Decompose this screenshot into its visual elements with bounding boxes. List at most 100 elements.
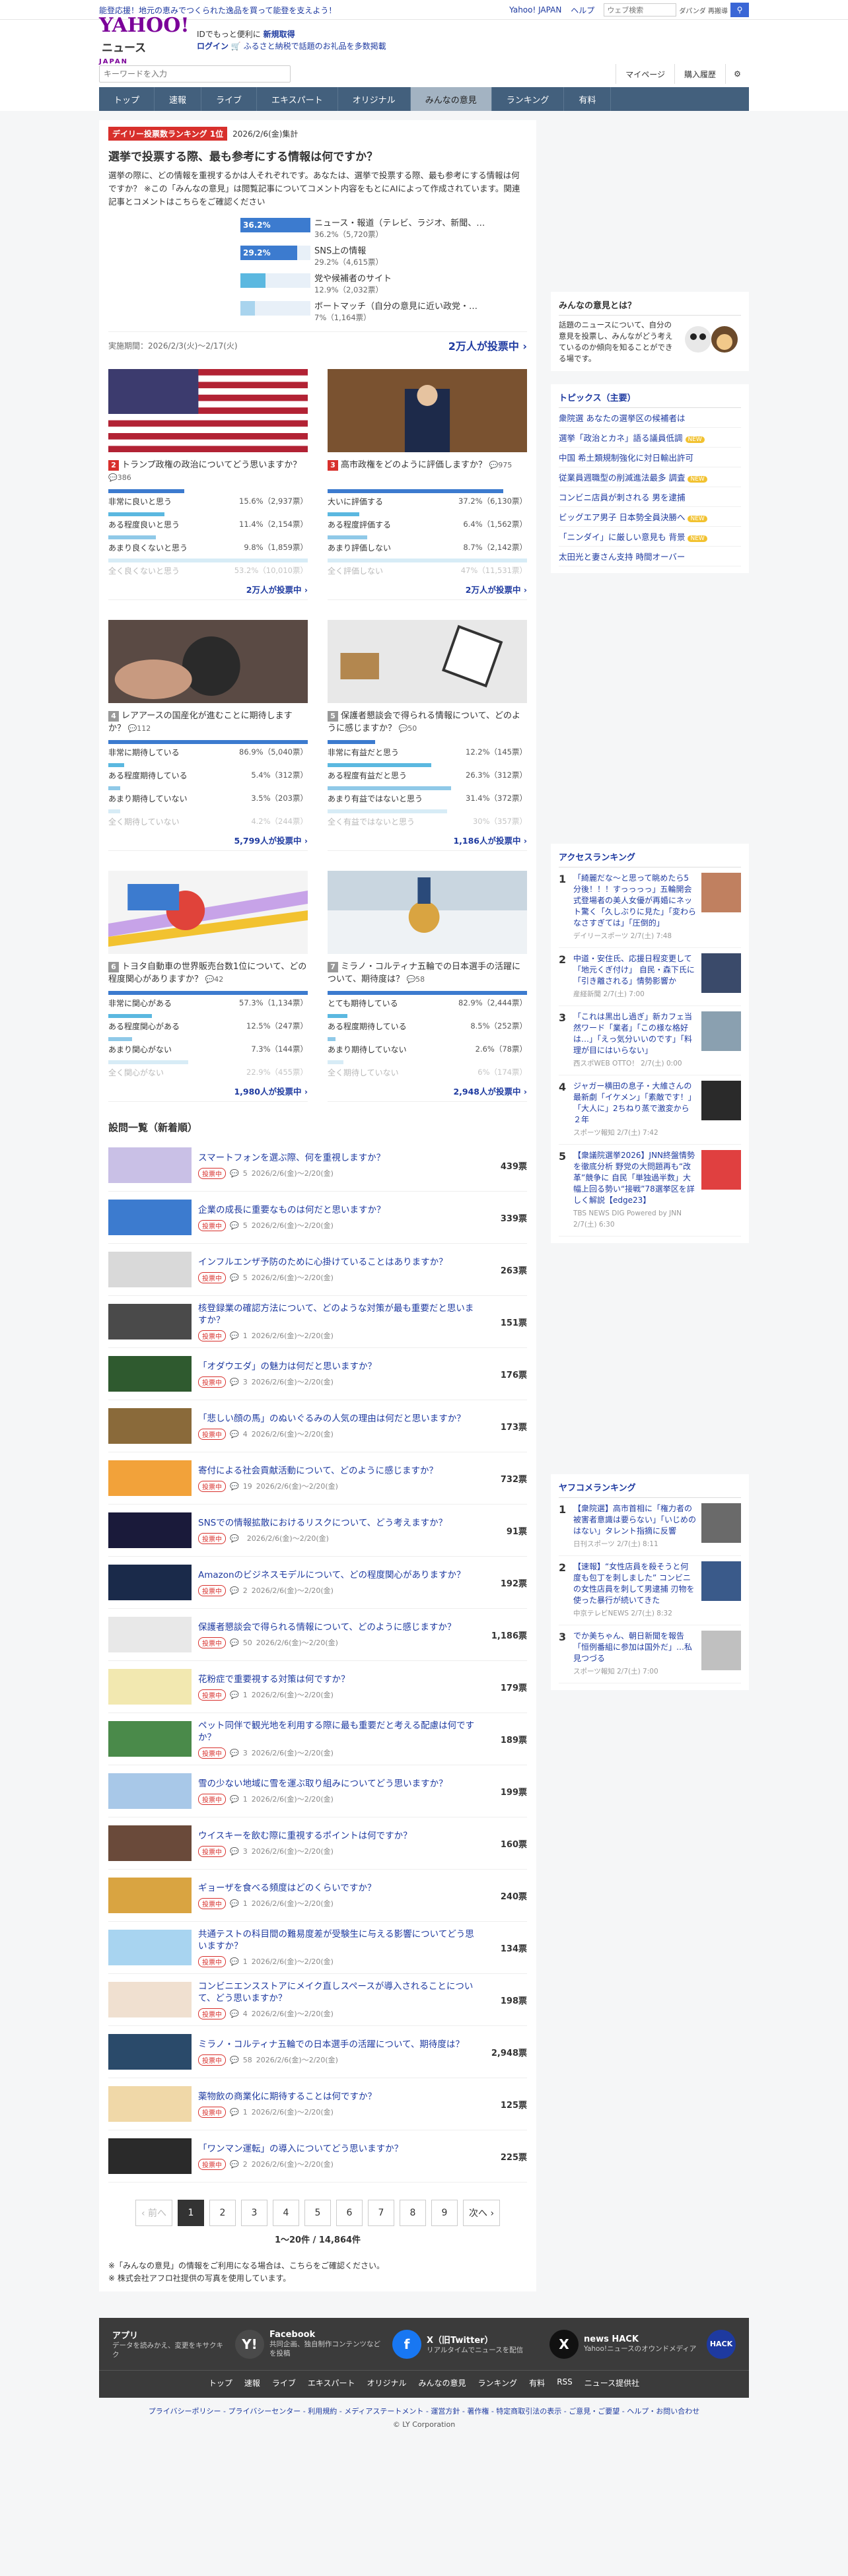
footer-app[interactable]: news HACK Yahoo!ニュースのオウンドメディア HACK — [584, 2328, 736, 2359]
nav-item[interactable]: トップ — [99, 87, 155, 111]
ranking-title[interactable]: 中道・安住氏、応援日程変更して「地元くぎ付け」 自民・森下氏に「引き離される」情… — [573, 953, 696, 987]
poll-option[interactable]: 大いに評価する 37.2%（6,130票） — [328, 489, 527, 507]
poll-option[interactable]: あまり関心がない 7.3%（144票） — [108, 1037, 308, 1055]
page-button[interactable]: 1 — [178, 2200, 204, 2226]
list-item[interactable]: ウイスキーを飲む際に重視するポイントは何ですか？ 投票中 💬 3 2026/2/6(金)… — [108, 1817, 527, 1870]
poll-card[interactable]: 3 高市政権をどのように評価しますか？ 💬975 大いに評価する 37.2%（6,13… — [328, 369, 527, 600]
ranking-title[interactable]: でか美ちゃん、朝日新聞を報告「恒例番組に参加は国外だ」…私見つづる — [573, 1631, 696, 1664]
poll-option[interactable]: ある程度評価する 6.4%（1,562票） — [328, 512, 527, 530]
page-button[interactable]: 8 — [400, 2200, 426, 2226]
signup-link[interactable]: 新規取得 — [264, 30, 295, 39]
ranking-item[interactable]: 2 【速報】“女性店員を殺そうと何度も包丁を刺しました” コンビニの女性店員を刺し… — [559, 1556, 741, 1625]
list-item-title[interactable]: 核登録業の確認方法について、どのような対策が最も重要だと思いますか？ — [198, 1303, 481, 1326]
nav-item[interactable]: みんなの意見 — [410, 87, 492, 111]
poll-option[interactable]: ある程度期待している 8.5%（252票） — [328, 1014, 527, 1032]
poll-option[interactable]: あまり有益ではないと思う 31.4%（372票） — [328, 786, 527, 804]
list-item[interactable]: 「悲しい顔の馬」のぬいぐるみの人気の理由は何だと思いますか？ 投票中 💬 4 2026/… — [108, 1400, 527, 1452]
poll-option[interactable]: あまり良くないと思う 9.8%（1,859票） — [108, 535, 308, 553]
furusato-link[interactable]: ふるさと納税で話題のお礼品を多数掲載 — [244, 42, 386, 51]
featured-title[interactable]: 選挙で投票する際、最も参考にする情報は何ですか？ — [108, 147, 527, 164]
list-item[interactable]: 保護者懇談会で得られる情報について、どのように感じますか？ 投票中 💬 50 2026/… — [108, 1609, 527, 1661]
nav-item[interactable]: 速報 — [155, 87, 202, 111]
list-item-title[interactable]: 薬物飲の商業化に期待することは何ですか？ — [198, 2091, 481, 2103]
poll-card-cta[interactable]: 1,186人が投票中 › — [328, 834, 527, 851]
list-item-title[interactable]: インフルエンザ予防のために心掛けていることはありますか？ — [198, 1256, 481, 1268]
search-keyword[interactable]: ダパンダ 再搬導 — [679, 5, 728, 15]
list-item-title[interactable]: ペット同伴で観光地を利用する際に最も重要だと考える配慮は何ですか？ — [198, 1720, 481, 1744]
next-page-button[interactable]: 次へ › — [463, 2200, 501, 2226]
topic-item[interactable]: コンビニ店員が刺される 男を逮捕 — [559, 487, 741, 507]
list-item-title[interactable]: 保護者懇談会で得られる情報について、どのように感じますか？ — [198, 1621, 481, 1633]
poll-option[interactable]: あまり期待していない 2.6%（78票） — [328, 1037, 527, 1055]
list-item-title[interactable]: 花粉症で重要視する対策は何ですか？ — [198, 1674, 481, 1685]
list-item[interactable]: 雪の少ない地域に雪を運ぶ取り組みについてどう思いますか？ 投票中 💬 1 2026/2/… — [108, 1765, 527, 1817]
topic-item[interactable]: ビッグエア男子 日本勢全員決勝へ NEW — [559, 507, 741, 527]
topic-item[interactable]: 選挙「政治とカネ」語る議員低調 NEW — [559, 428, 741, 448]
list-item-title[interactable]: スマートフォンを選ぶ際、何を重視しますか？ — [198, 1152, 481, 1164]
poll-option[interactable]: 全く期待していない 6%（174票） — [328, 1060, 527, 1078]
ranking-title[interactable]: 「綺麗だな〜と思って眺めたら5分後！！！すっっっっ」五輪開会式登場者の美人女優が… — [573, 873, 696, 929]
list-item-title[interactable]: コンビニエンスストアにメイク直しスペースが導入されることについて、どう思いますか… — [198, 1981, 481, 2004]
nav-item[interactable]: オリジナル — [338, 87, 411, 111]
list-item[interactable]: ペット同伴で観光地を利用する際に最も重要だと考える配慮は何ですか？ 投票中 💬 3 20… — [108, 1713, 527, 1765]
poll-card-cta[interactable]: 2万人が投票中 › — [328, 583, 527, 600]
list-item-title[interactable]: 共通テストの科目間の難易度差が受験生に与える影響についてどう思いますか？ — [198, 1928, 481, 1952]
list-item[interactable]: Amazonのビジネスモデルについて、どの程度関心がありますか？ 投票中 💬 2 202… — [108, 1557, 527, 1609]
poll-card-cta[interactable]: 5,799人が投票中 › — [108, 834, 308, 851]
ranking-title[interactable]: ジャガー横田の息子・大維さんの最新劇「イケメン」「素敵です！」「大人に」2ちねり… — [573, 1081, 696, 1126]
page-button[interactable]: 9 — [431, 2200, 458, 2226]
list-item[interactable]: コンビニエンスストアにメイク直しスペースが導入されることについて、どう思いますか… — [108, 1974, 527, 2026]
list-item[interactable]: 花粉症で重要視する対策は何ですか？ 投票中 💬 1 2026/2/6(金)〜2/20(金… — [108, 1661, 527, 1713]
ranking-title[interactable]: 【速報】“女性店員を殺そうと何度も包丁を刺しました” コンビニの女性店員を刺して… — [573, 1561, 696, 1606]
ranking-item[interactable]: 1 「綺麗だな〜と思って眺めたら5分後！！！すっっっっ」五輪開会式登場者の美人女優… — [559, 867, 741, 948]
poll-option[interactable]: あまり評価しない 8.7%（2,142票） — [328, 535, 527, 553]
list-item[interactable]: 薬物飲の商業化に期待することは何ですか？ 投票中 💬 1 2026/2/6(金)〜2/2… — [108, 2078, 527, 2130]
list-item[interactable]: 企業の成長に重要なものは何だと思いますか？ 投票中 💬 5 2026/2/6(金)〜2/… — [108, 1192, 527, 1244]
footer-nav-item[interactable]: みんなの意見 — [419, 2377, 466, 2389]
list-item-title[interactable]: 「悲しい顔の馬」のぬいぐるみの人気の理由は何だと思いますか？ — [198, 1413, 481, 1425]
footer-app[interactable]: Facebook 共同企画、独自制作コンテンツなどを投稿 f — [269, 2328, 421, 2359]
list-item[interactable]: スマートフォンを選ぶ際、何を重視しますか？ 投票中 💬 5 2026/2/6(金)〜2/… — [108, 1139, 527, 1192]
poll-card-cta[interactable]: 2,948人が投票中 › — [328, 1085, 527, 1102]
topic-item[interactable]: 従業員週職型の削減進法最多 調査 NEW — [559, 467, 741, 487]
topic-item[interactable]: 中国 希土類規制強化に対日輸出許可 — [559, 448, 741, 467]
footer-nav-item[interactable]: RSS — [557, 2377, 573, 2389]
list-item-title[interactable]: 雪の少ない地域に雪を運ぶ取り組みについてどう思いますか？ — [198, 1778, 481, 1790]
poll-card-cta[interactable]: 2万人が投票中 › — [108, 583, 308, 600]
footer-nav-item[interactable]: トップ — [209, 2377, 232, 2389]
yahoo-japan-link[interactable]: Yahoo! JAPAN — [509, 5, 561, 15]
ranking-title[interactable]: 【衆院選】高市首相に「権力者の被害者意識は要らない」「いじめのはない」タレント指… — [573, 1503, 696, 1537]
poll-card[interactable]: 7 ミラノ・コルティナ五輪での日本選手の活躍について、期待度は？ 💬58 とても期待… — [328, 871, 527, 1102]
featured-option[interactable]: 29.2% SNS上の情報 29.2%（4,615票） — [240, 246, 527, 269]
poll-card-title[interactable]: トランプ政権の政治についてどう思いますか？ — [122, 460, 301, 470]
footer-app[interactable]: アプリ データを読みかえ、変更をキサクキク Y! — [112, 2328, 264, 2359]
poll-card-title[interactable]: 高市政権をどのように評価しますか？ — [341, 460, 487, 470]
list-item[interactable]: 核登録業の確認方法について、どのような対策が最も重要だと思いますか？ 投票中 💬 1 2… — [108, 1296, 527, 1348]
footer-links[interactable]: プライバシーポリシー - プライバシーセンター - 利用規約 - メディアステー… — [0, 2406, 848, 2416]
poll-option[interactable]: あまり期待していない 3.5%（203票） — [108, 786, 308, 804]
list-item-title[interactable]: SNSでの情報拡散におけるリスクについて、どう考えますか？ — [198, 1517, 481, 1529]
web-search-input[interactable] — [604, 3, 677, 17]
keyword-input[interactable] — [99, 65, 291, 83]
list-item[interactable]: 共通テストの科目間の難易度差が受験生に与える影響についてどう思いますか？ 投票中 💬… — [108, 1922, 527, 1974]
featured-option[interactable]: 党や候補者のサイト 12.9%（2,032票） — [240, 273, 527, 297]
featured-option[interactable]: 36.2% ニュース・報道（テレビ、ラジオ、新聞、… 36.2%（5,720票） — [240, 218, 527, 242]
footer-nav-item[interactable]: ニュース提供社 — [584, 2377, 639, 2389]
history-link[interactable]: 購入履歴 — [674, 64, 725, 84]
ranking-item[interactable]: 2 中道・安住氏、応援日程変更して「地元くぎ付け」 自民・森下氏に「引き離される」… — [559, 948, 741, 1006]
poll-option[interactable]: 非常に期待している 86.9%（5,040票） — [108, 740, 308, 758]
poll-option[interactable]: 全く有益ではないと思う 30%（357票） — [328, 809, 527, 827]
poll-card[interactable]: 4 レアアースの国産化が進むことに期待しますか？ 💬112 非常に期待している 86.… — [108, 620, 308, 851]
footer-nav-item[interactable]: 速報 — [244, 2377, 260, 2389]
featured-option[interactable]: ボートマッチ（自分の意見に近い政党・… 7%（1,164票） — [240, 301, 527, 325]
poll-option[interactable]: 全く関心がない 22.9%（455票） — [108, 1060, 308, 1078]
page-button[interactable]: 7 — [368, 2200, 394, 2226]
page-button[interactable]: 3 — [241, 2200, 267, 2226]
poll-option[interactable]: 非常に良いと思う 15.6%（2,937票） — [108, 489, 308, 507]
poll-option[interactable]: ある程度良いと思う 11.4%（2,154票） — [108, 512, 308, 530]
ranking-item[interactable]: 3 でか美ちゃん、朝日新聞を報告「恒例番組に参加は国外だ」…私見つづる スポーツ報知… — [559, 1625, 741, 1683]
poll-option[interactable]: とても期待している 82.9%（2,444票） — [328, 991, 527, 1009]
list-item-title[interactable]: 企業の成長に重要なものは何だと思いますか？ — [198, 1204, 481, 1216]
list-item[interactable]: インフルエンザ予防のために心掛けていることはありますか？ 投票中 💬 5 2026/2/… — [108, 1244, 527, 1296]
list-item-title[interactable]: 「オダウエダ」の魅力は何だと思いますか？ — [198, 1361, 481, 1373]
